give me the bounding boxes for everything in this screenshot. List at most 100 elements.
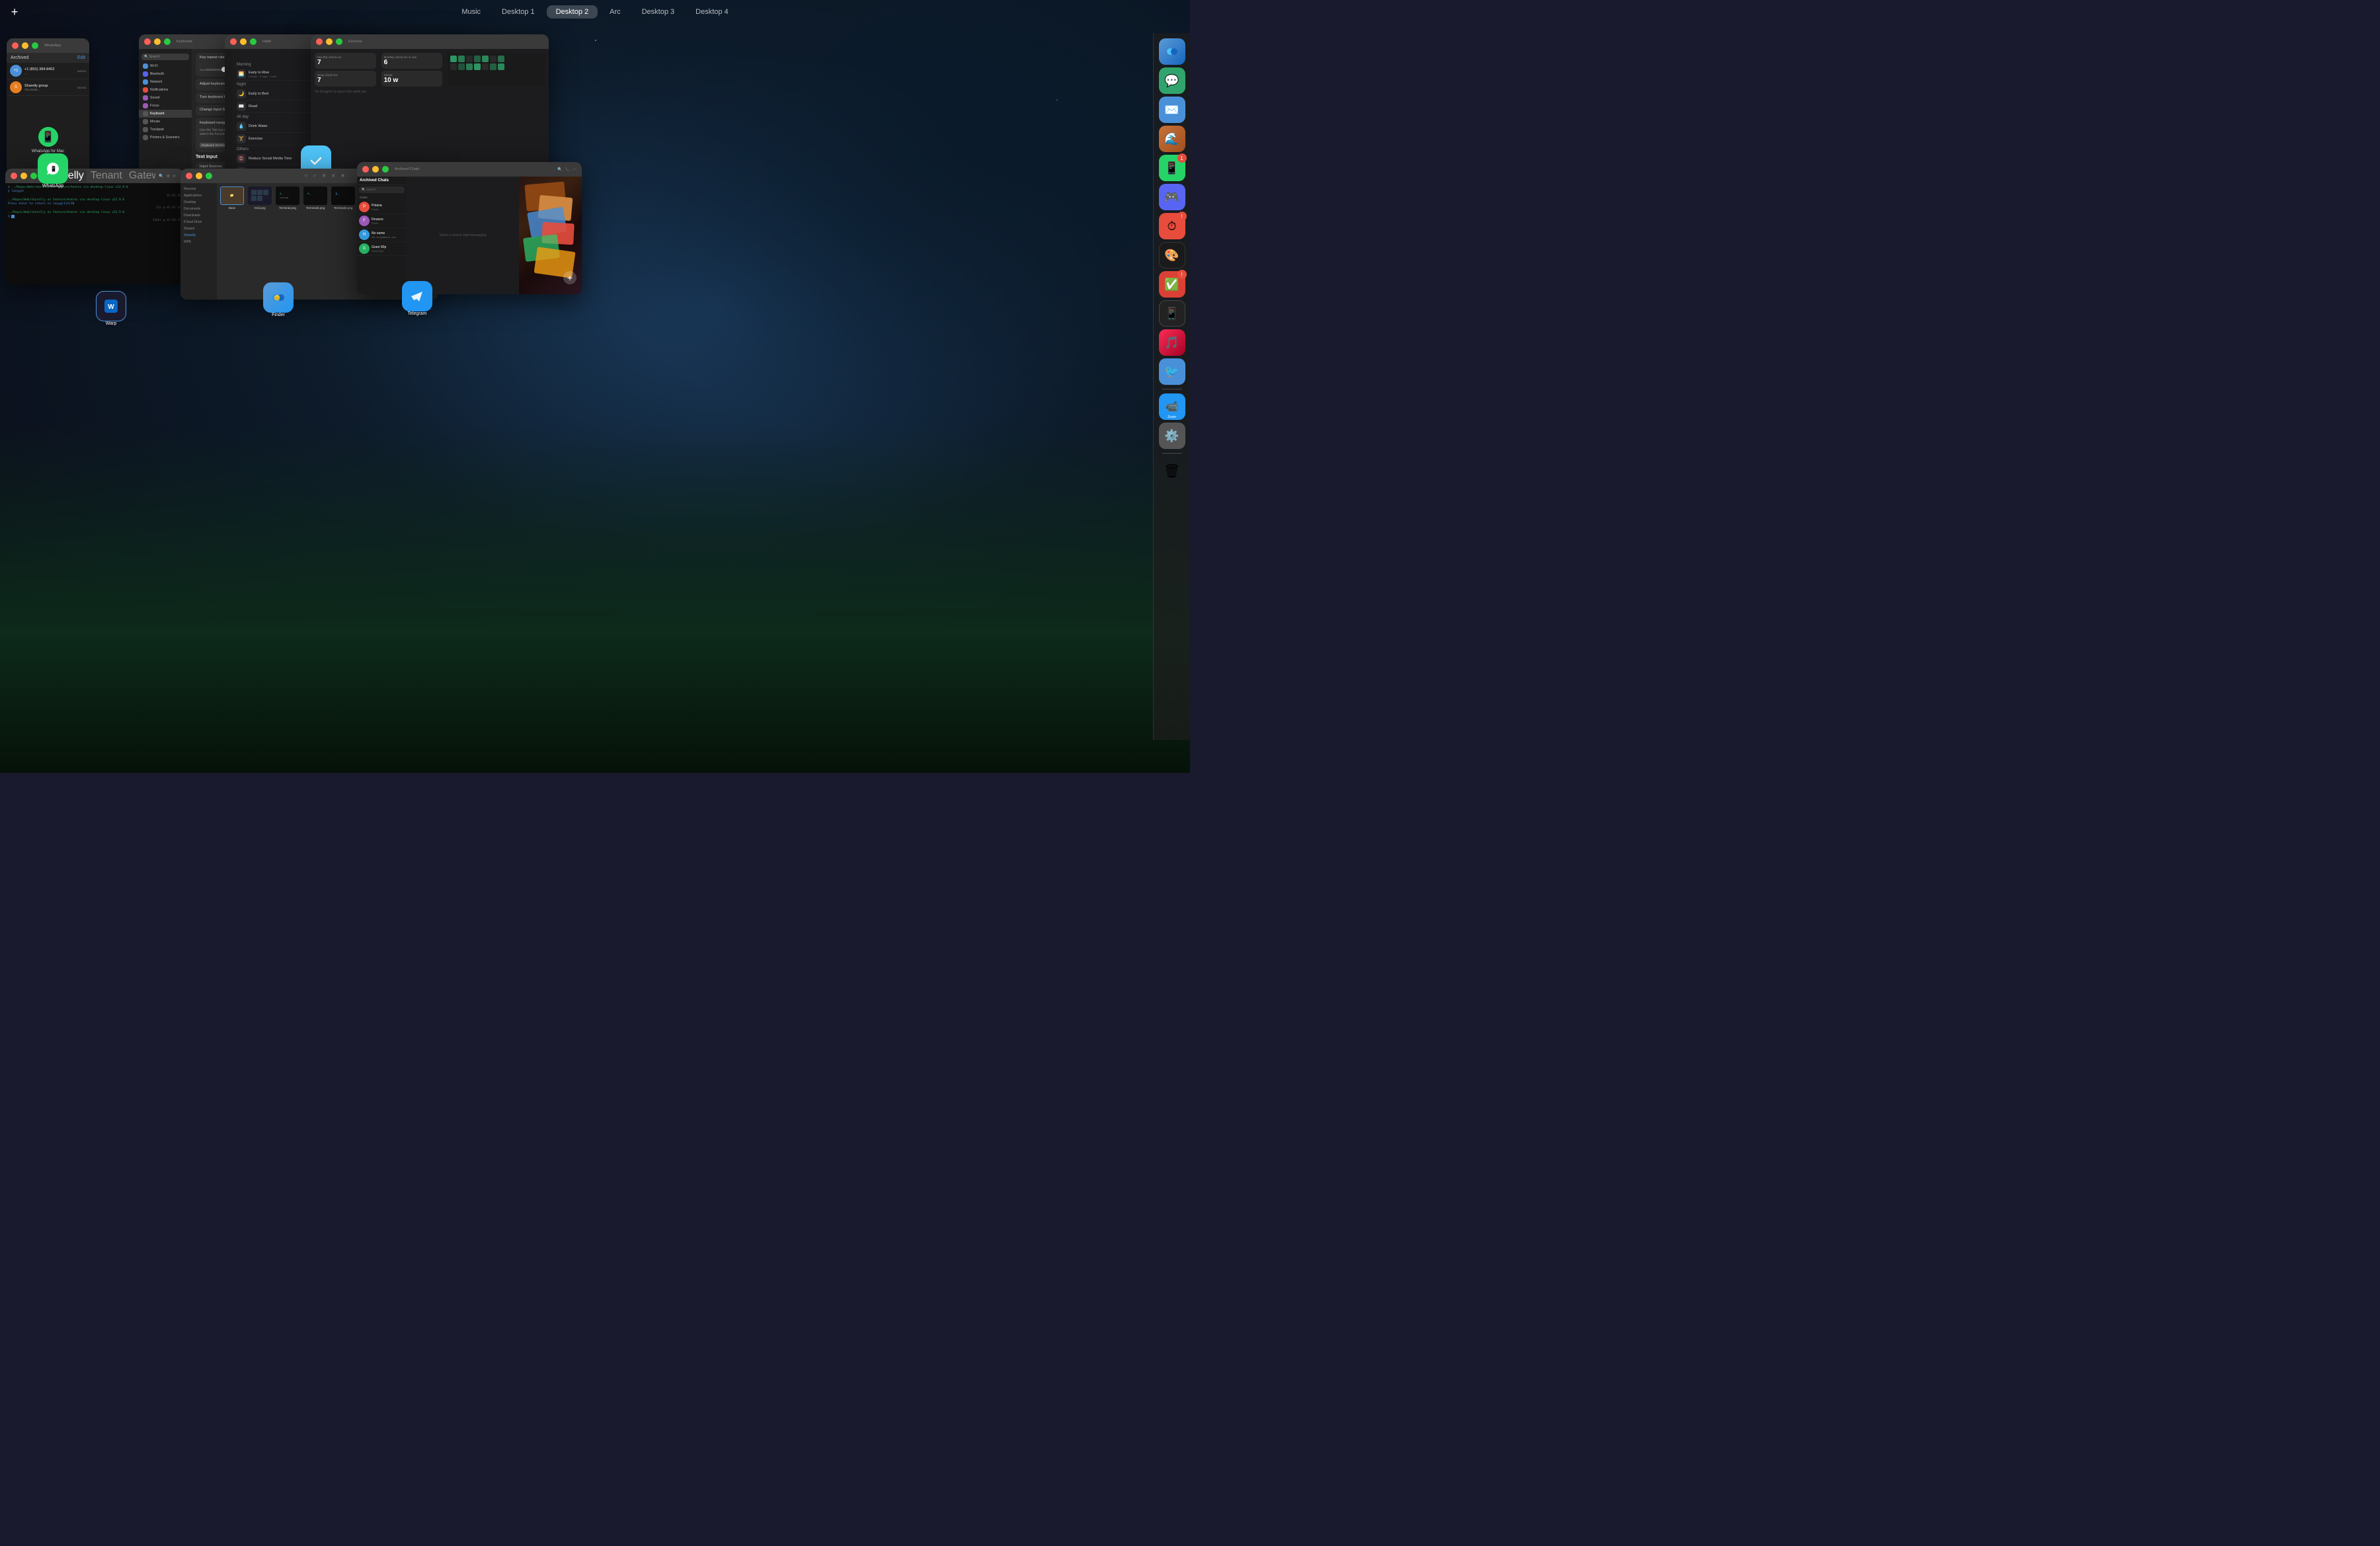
minimize-button[interactable]: [22, 42, 28, 49]
dock-finder[interactable]: [1159, 38, 1185, 65]
dock-music[interactable]: 🎵: [1159, 329, 1185, 356]
finder-sharelly[interactable]: Sharelly: [180, 232, 217, 239]
dock-toggl[interactable]: ⏱ !: [1159, 213, 1185, 239]
finder-file-grid[interactable]: Grid.png: [248, 186, 272, 210]
tab-desktop4[interactable]: Desktop 4: [686, 5, 738, 19]
dock-arc[interactable]: 🌊: [1159, 126, 1185, 152]
sysset-focus[interactable]: Focus: [139, 102, 192, 110]
bed-icon: 🌙: [237, 89, 246, 99]
exercise-close[interactable]: [316, 38, 323, 45]
dock-figma-icon: 🎨: [1164, 249, 1179, 263]
tg-more-icon[interactable]: ⋯: [573, 167, 576, 172]
warp-icon[interactable]: W: [96, 291, 126, 321]
telegram-icon[interactable]: [402, 281, 432, 311]
finder-applications[interactable]: Applications: [180, 192, 217, 199]
dock-setapp-icon: ⚙️: [1164, 429, 1179, 443]
tg-chat-noname[interactable]: N No name file compilations .doc: [357, 228, 407, 242]
telegram-minimize[interactable]: [372, 166, 379, 173]
add-desktop-button[interactable]: +: [7, 4, 22, 20]
tg-add-btn[interactable]: +: [563, 271, 576, 284]
sysset-printers[interactable]: Printers & Scanners: [139, 134, 192, 142]
habit-maximize[interactable]: [250, 38, 257, 45]
tg-chat-finance[interactable]: F Finance Photo: [357, 214, 407, 228]
exercise-checkins-snap: Snap check-ins 7: [315, 71, 376, 87]
warp-tab-gateway[interactable]: Gateway: [126, 169, 155, 183]
dock-figma[interactable]: 🎨: [1159, 242, 1185, 268]
whatsapp-chat-item-2[interactable]: S Sharelly group You wrote... 3/07/53: [7, 79, 89, 96]
finder-shared[interactable]: Shared: [180, 225, 217, 232]
warp-actions: 🔍 ⚙ ✕: [159, 174, 178, 179]
telegram-main: Select a chat to start messaging: [407, 177, 519, 294]
close-button[interactable]: [12, 42, 19, 49]
telegram-maximize[interactable]: [382, 166, 389, 173]
sysset-maximize[interactable]: [164, 38, 171, 45]
tab-desktop2[interactable]: Desktop 2: [547, 5, 598, 19]
dock-mail[interactable]: ✉️: [1159, 97, 1185, 123]
sysset-search[interactable]: 🔍 Search: [141, 54, 189, 60]
tab-music[interactable]: Music: [452, 5, 490, 19]
whatsapp-chat-item[interactable]: +1 +1 (801) 384-8402 ... 3/29/23: [7, 63, 89, 79]
sysset-bluetooth[interactable]: Bluetooth: [139, 70, 192, 78]
tg-search-icon[interactable]: 🔍: [557, 167, 562, 172]
telegram-close[interactable]: [362, 166, 369, 173]
finder-minimize[interactable]: [196, 173, 202, 179]
whatsapp-header: Archived Edit: [7, 53, 89, 63]
wa-avatar-2: S: [10, 81, 22, 93]
finder-icloud[interactable]: iCloud Drive: [180, 219, 217, 225]
maximize-button[interactable]: [32, 42, 38, 49]
dock-bezel[interactable]: 📱: [1159, 300, 1185, 327]
dock-whatsapp[interactable]: 📱 1: [1159, 155, 1185, 181]
warp-search-icon[interactable]: 🔍: [159, 174, 163, 179]
dock-tweetbot[interactable]: 🐦: [1159, 358, 1185, 385]
finder-file-terminal2[interactable]: $ _ Terminal2.png: [303, 186, 327, 210]
sysset-close[interactable]: [144, 38, 151, 45]
tg-chat-polana[interactable]: P Polana Photo: [357, 200, 407, 214]
dock-todoist[interactable]: ✅ !: [1159, 271, 1185, 298]
wa-chat-msg-2: You wrote...: [24, 88, 75, 91]
tab-desktop1[interactable]: Desktop 1: [493, 5, 544, 19]
habit-close[interactable]: [230, 38, 237, 45]
warp-close-icon[interactable]: ✕: [173, 174, 176, 179]
finder-recents[interactable]: Recents: [180, 186, 217, 192]
sysset-notifications[interactable]: Notifications: [139, 86, 192, 94]
warp-settings-icon[interactable]: ⚙: [167, 174, 170, 179]
sysset-mouse[interactable]: Mouse: [139, 118, 192, 126]
sysset-trackpad[interactable]: Trackpad: [139, 126, 192, 134]
sysset-sound[interactable]: Sound: [139, 94, 192, 102]
water-icon: 💧: [237, 122, 246, 131]
telegram-titlebar: Archived Chats 🔍 📞 ⋯: [357, 162, 582, 177]
tab-desktop3[interactable]: Desktop 3: [633, 5, 684, 19]
warp-minimize[interactable]: [20, 173, 27, 179]
finder-file-base[interactable]: 📁 Base: [220, 186, 244, 210]
dock-messages[interactable]: 💬: [1159, 67, 1185, 94]
dock-zoom[interactable]: 📹 Zoom: [1159, 393, 1185, 420]
whatsapp-icon[interactable]: 📱: [38, 153, 68, 184]
dock-discord[interactable]: 🎮: [1159, 184, 1185, 210]
finder-wpe[interactable]: WPE: [180, 239, 217, 245]
sysset-network[interactable]: Network: [139, 78, 192, 86]
dock-setapp[interactable]: ⚙️: [1159, 423, 1185, 449]
sysset-keyboard[interactable]: Keyboard: [139, 110, 192, 118]
finder-maximize[interactable]: [206, 173, 212, 179]
tg-search-field[interactable]: 🔍 Search: [359, 186, 405, 193]
finder-icon[interactable]: 😊: [263, 282, 294, 313]
finder-downloads[interactable]: Downloads: [180, 212, 217, 219]
tab-arc[interactable]: Arc: [600, 5, 630, 19]
warp-maximize[interactable]: [30, 173, 37, 179]
archived-edit[interactable]: Edit: [77, 56, 85, 60]
finder-file-terminal[interactable]: $ _ command Terminal.png: [276, 186, 299, 210]
habit-minimize[interactable]: [240, 38, 247, 45]
finder-file-terminal3[interactable]: ❯ _ Terminal3.png: [331, 186, 355, 210]
tg-chat-grant[interactable]: G Grant 90p Grant 90p: [357, 242, 407, 256]
sysset-minimize[interactable]: [154, 38, 161, 45]
warp-tab-tenant[interactable]: Tenant: [88, 169, 125, 183]
finder-close[interactable]: [186, 173, 192, 179]
finder-documents[interactable]: Documents: [180, 206, 217, 212]
warp-close[interactable]: [11, 173, 17, 179]
sysset-wifi[interactable]: Wi-Fi: [139, 62, 192, 70]
finder-desktop[interactable]: Desktop: [180, 199, 217, 206]
dock-trash[interactable]: 🗑: [1159, 458, 1185, 484]
tg-call-icon[interactable]: 📞: [565, 167, 570, 172]
exercise-maximize[interactable]: [336, 38, 342, 45]
exercise-minimize[interactable]: [326, 38, 333, 45]
